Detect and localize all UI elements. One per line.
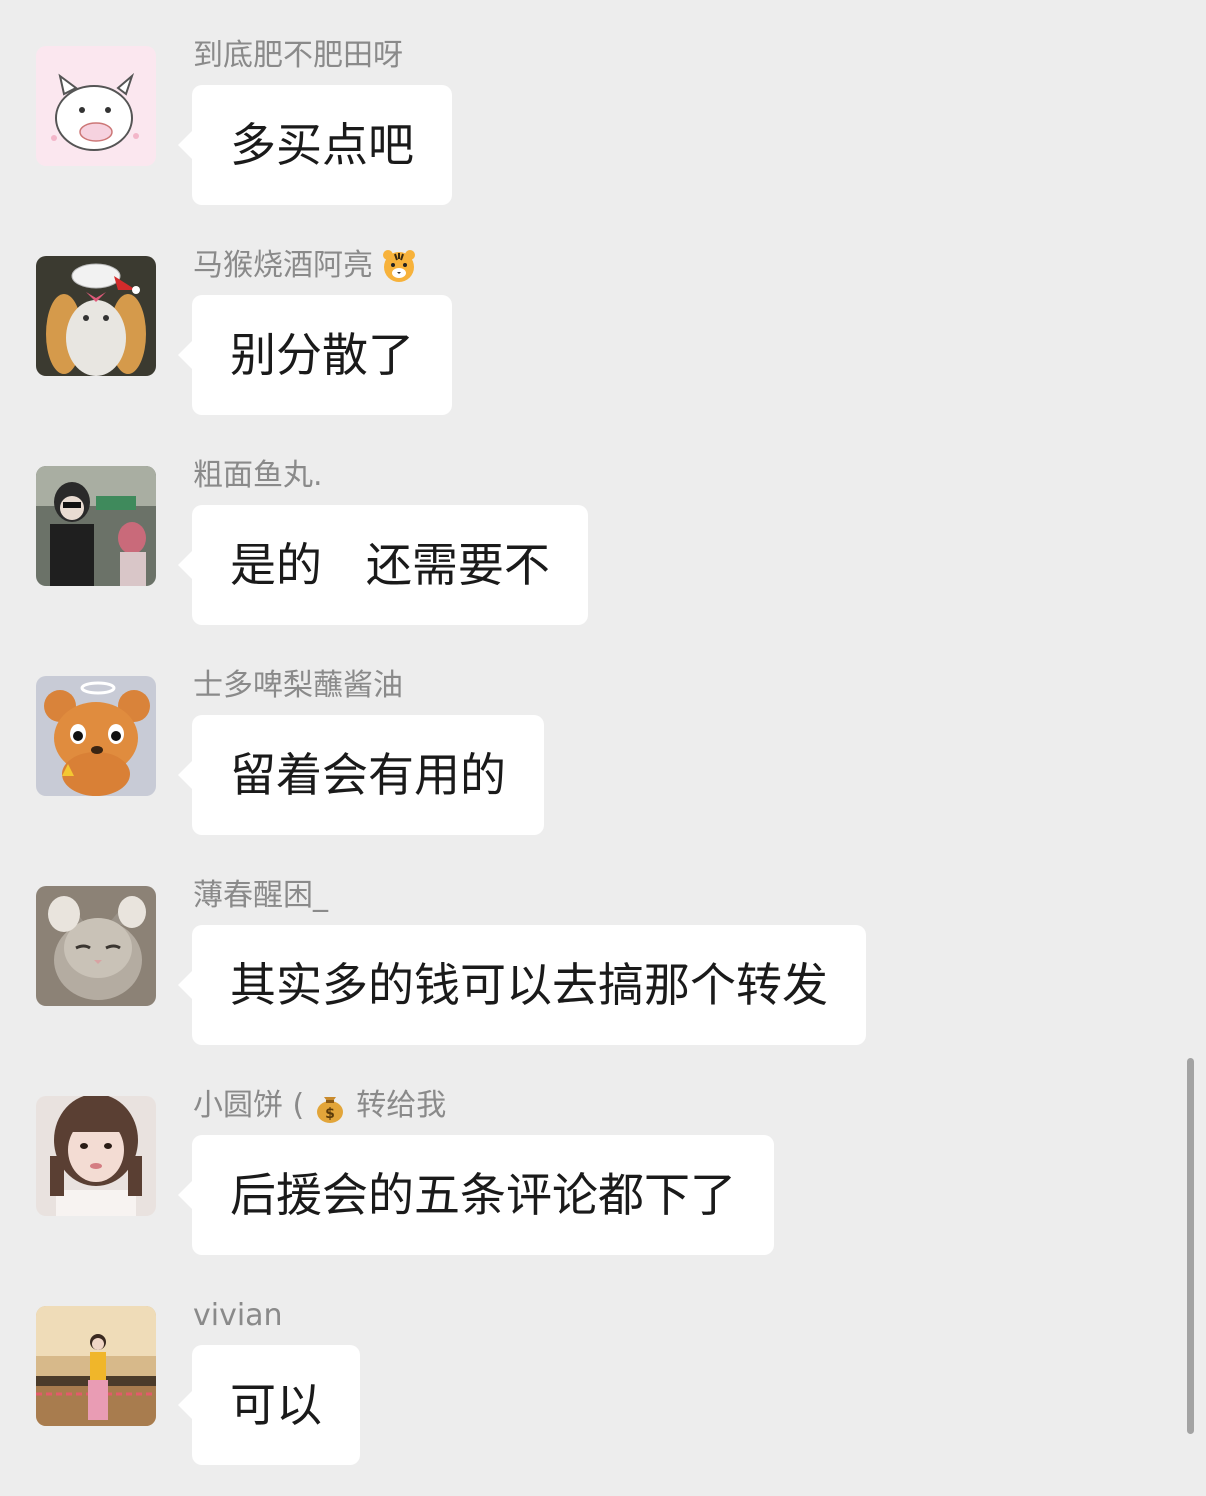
sender-name: vivian: [193, 1296, 283, 1336]
girl-in-mall-avatar[interactable]: [36, 1306, 156, 1426]
sleeping-kitten-avatar[interactable]: [36, 886, 156, 1006]
sender-name-suffix: 转给我: [356, 1088, 447, 1123]
sender-name-text: 到底肥不肥田呀: [193, 38, 403, 73]
message-bubble[interactable]: 其实多的钱可以去搞那个转发: [178, 925, 866, 1045]
sender-name: 粗面鱼丸.: [193, 456, 323, 496]
message-row: 到底肥不肥田呀 多买点吧: [0, 0, 1206, 210]
message-row: 马猴烧酒阿亮 别分散了: [0, 210, 1206, 420]
sender-name: 士多啤梨蘸酱油: [193, 666, 403, 706]
message-bubble[interactable]: 是的 还需要不: [178, 505, 588, 625]
sender-name: 到底肥不肥田呀: [193, 36, 403, 76]
message-bubble[interactable]: 多买点吧: [178, 85, 452, 205]
plush-bear-with-halo-avatar[interactable]: [36, 676, 156, 796]
message-row: 粗面鱼丸. 是的 还需要不: [0, 420, 1206, 630]
sender-name-text: 士多啤梨蘸酱油: [193, 668, 403, 703]
sender-name-text: 小圆饼 (: [193, 1088, 305, 1123]
sender-name-text: vivian: [193, 1298, 283, 1333]
sender-name-text: 薄春醒困_: [193, 878, 328, 913]
sender-name-text: 马猴烧酒阿亮: [193, 248, 373, 283]
message-row: 薄春醒困_ 其实多的钱可以去搞那个转发: [0, 840, 1206, 1050]
message-bubble[interactable]: 留着会有用的: [178, 715, 544, 835]
svg-text:$: $: [325, 1106, 335, 1122]
vertical-scrollbar[interactable]: [1187, 1058, 1194, 1434]
message-row: 士多啤梨蘸酱油 留着会有用的: [0, 630, 1206, 840]
white-cat-sticker-avatar[interactable]: [36, 46, 156, 166]
message-row: 小圆饼 ( $ 转给我 后援会的五条评论都下了: [0, 1050, 1206, 1260]
street-photo-avatar[interactable]: [36, 466, 156, 586]
message-bubble[interactable]: 后援会的五条评论都下了: [178, 1135, 774, 1255]
cat-with-chef-hat-avatar[interactable]: [36, 256, 156, 376]
message-row: vivian 可以: [0, 1260, 1206, 1470]
sender-name: 小圆饼 ( $ 转给我: [193, 1086, 446, 1126]
sender-name: 马猴烧酒阿亮: [193, 246, 425, 286]
tiger-face-icon: [381, 248, 417, 284]
sender-name-text: 粗面鱼丸.: [193, 458, 323, 493]
money-bag-icon: $: [312, 1088, 348, 1124]
message-bubble[interactable]: 可以: [178, 1345, 360, 1465]
message-bubble[interactable]: 别分散了: [178, 295, 452, 415]
girl-portrait-avatar[interactable]: [36, 1096, 156, 1216]
sender-name: 薄春醒困_: [193, 876, 328, 916]
chat-message-list[interactable]: 到底肥不肥田呀 多买点吧 马猴烧酒阿亮 别分散了 粗面鱼丸. 是的 还需要不 士…: [0, 0, 1206, 1496]
